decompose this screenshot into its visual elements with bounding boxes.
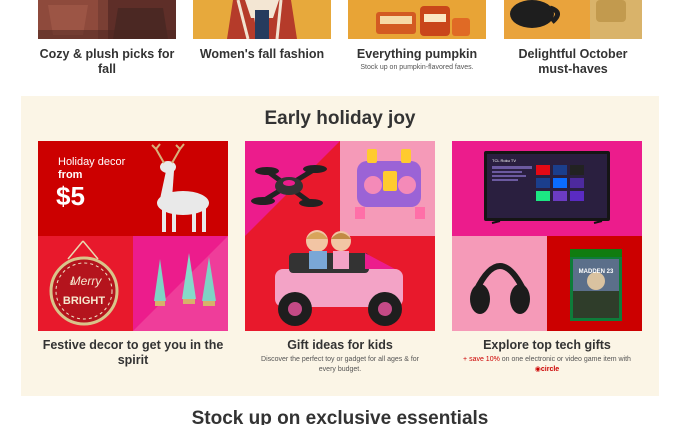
- card-tech-gifts[interactable]: TCL Roku TV MADDEN 23 Explore top tech g…: [452, 141, 642, 375]
- card-festive-decor[interactable]: Merry & BRIGHT Holiday decor from $5 Fes…: [38, 141, 228, 368]
- category-everything-pumpkin[interactable]: Everything pumpkin Stock up on pumpkin-f…: [348, 0, 486, 72]
- category-cozy-plush[interactable]: Cozy & plush picks for fall: [38, 0, 176, 77]
- decor-headline-line1: Holiday decor: [58, 156, 126, 168]
- circle-logo: ◉circle: [534, 366, 560, 373]
- festive-decor-image[interactable]: Merry & BRIGHT Holiday decor from $5: [38, 141, 228, 331]
- card-title[interactable]: Explore top tech gifts: [452, 338, 642, 353]
- category-subtitle: Stock up on pumpkin-flavored faves.: [360, 64, 474, 71]
- game-title-text: MADDEN 23: [579, 269, 614, 275]
- category-october-must-haves[interactable]: Delightful October must-haves: [504, 0, 642, 77]
- category-womens-fashion[interactable]: Women's fall fashion: [193, 0, 331, 62]
- holiday-section: Early holiday joy Merry & BRIGHT Holiday…: [21, 96, 659, 396]
- bedding-image[interactable]: [38, 0, 176, 39]
- pumpkin-products-image[interactable]: [348, 0, 486, 39]
- category-title[interactable]: Women's fall fashion: [193, 47, 331, 62]
- category-title[interactable]: Everything pumpkin: [348, 47, 486, 62]
- card-title[interactable]: Festive decor to get you in the spirit: [38, 338, 228, 368]
- sweater-image[interactable]: [193, 0, 331, 39]
- tech-gifts-image[interactable]: TCL Roku TV MADDEN 23: [452, 141, 642, 331]
- sign-text-merry: Merry: [71, 274, 103, 288]
- tv-brand-text: TCL Roku TV: [492, 158, 516, 163]
- kids-gifts-image[interactable]: [245, 141, 435, 331]
- card-gift-ideas-kids[interactable]: Gift ideas for kids Discover the perfect…: [245, 141, 435, 375]
- category-title[interactable]: Cozy & plush picks for fall: [38, 47, 176, 77]
- card-description: Discover the perfect toy or gadget for a…: [261, 356, 419, 373]
- category-title[interactable]: Delightful October must-haves: [504, 47, 642, 77]
- sign-text-bright: BRIGHT: [63, 295, 105, 307]
- decor-headline-line2: from: [58, 169, 83, 181]
- section-title: Early holiday joy: [264, 108, 416, 129]
- sign-text-ampersand: &: [70, 280, 75, 287]
- section-heading-exclusive-essentials: Stock up on exclusive essentials: [191, 408, 489, 425]
- card-title[interactable]: Gift ideas for kids: [245, 338, 435, 353]
- card-description: + save 10% on one electronic or video ga…: [452, 355, 642, 375]
- decor-price: $5: [56, 181, 85, 211]
- mug-image[interactable]: [504, 0, 642, 39]
- promo-details: on one electronic or video game item wit…: [499, 356, 631, 363]
- promo-text: + save 10%: [463, 356, 500, 363]
